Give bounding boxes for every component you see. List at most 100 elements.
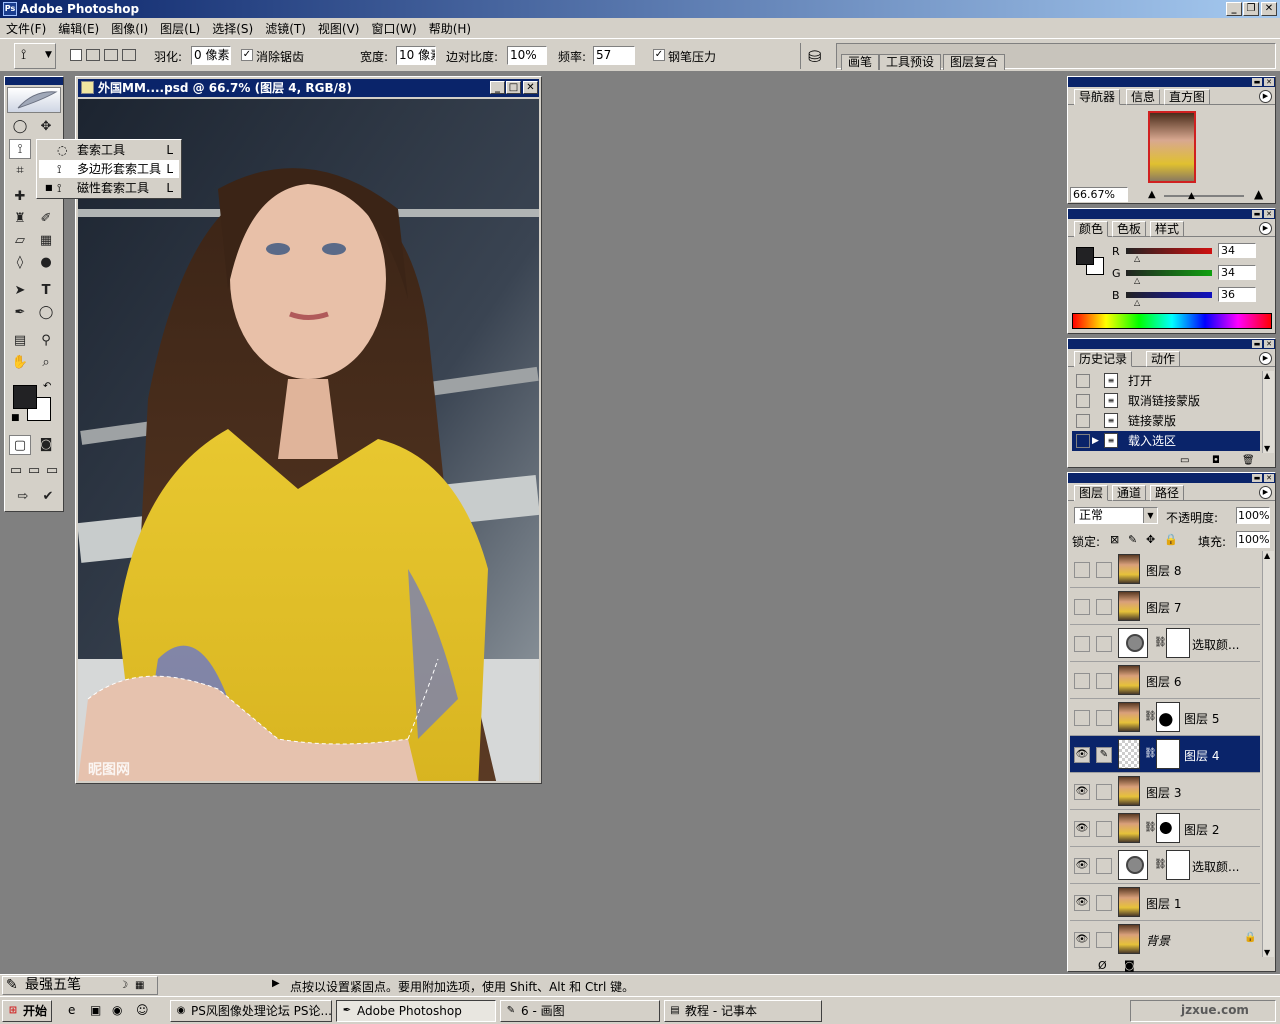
- chain-link-icon[interactable]: ⛓: [1144, 711, 1157, 722]
- opacity-input[interactable]: 100%: [1236, 507, 1270, 524]
- antialias-checkbox[interactable]: ✓: [241, 49, 253, 61]
- path-selection-icon[interactable]: ➤: [9, 281, 31, 301]
- eye-icon[interactable]: 👁: [1074, 784, 1090, 800]
- navigator-zoom-input[interactable]: 66.67%: [1070, 187, 1128, 202]
- tab-paths[interactable]: 路径: [1150, 485, 1185, 501]
- tab-histogram[interactable]: 直方图: [1164, 89, 1211, 105]
- layer-row-background[interactable]: 👁 背景 🔒: [1070, 921, 1260, 957]
- tab-swatches[interactable]: 色板: [1112, 221, 1147, 237]
- new-selection-icon[interactable]: [70, 49, 82, 61]
- screen-mode-full-menu-icon[interactable]: ▭: [25, 461, 43, 481]
- panel-minimize-button[interactable]: ▬: [1252, 78, 1262, 86]
- visibility-toggle[interactable]: [1074, 636, 1090, 652]
- panel-close-button[interactable]: ✕: [1264, 78, 1274, 86]
- channel-b-input[interactable]: 36: [1218, 287, 1256, 302]
- layer-row[interactable]: 图层 7: [1070, 588, 1260, 625]
- hand-icon[interactable]: ✋: [9, 353, 31, 373]
- history-source-box[interactable]: [1076, 414, 1090, 428]
- layers-scrollbar[interactable]: ▲ ▼: [1262, 551, 1274, 957]
- menu-help[interactable]: 帮助(H): [423, 18, 477, 39]
- swap-colors-icon[interactable]: ↶: [43, 381, 51, 392]
- messenger-icon[interactable]: ☺: [136, 1003, 149, 1017]
- menu-view[interactable]: 视图(V): [312, 18, 366, 39]
- panel-menu-arrow-icon[interactable]: ▶: [1259, 486, 1272, 499]
- tab-color[interactable]: 颜色: [1074, 221, 1109, 237]
- layer-mask-thumbnail[interactable]: [1166, 628, 1190, 658]
- chain-link-icon[interactable]: ⛓: [1144, 748, 1157, 759]
- desktop-icon[interactable]: ▣: [90, 1003, 101, 1017]
- layer-row[interactable]: 👁 ⛓ 选取颜...: [1070, 847, 1260, 884]
- tab-channels[interactable]: 通道: [1112, 485, 1147, 501]
- chain-link-icon[interactable]: ⛓: [1154, 637, 1167, 648]
- zoom-in-icon[interactable]: ▲: [1254, 187, 1263, 201]
- intersect-selection-icon[interactable]: [122, 49, 136, 61]
- link-toggle[interactable]: [1096, 710, 1112, 726]
- firefox-icon[interactable]: ◉: [112, 1003, 122, 1017]
- chain-link-icon[interactable]: ⛓: [1154, 859, 1167, 870]
- layer-mask-thumbnail[interactable]: [1166, 850, 1190, 880]
- panel-minimize-button[interactable]: ▬: [1252, 474, 1262, 482]
- minimize-button[interactable]: _: [1226, 2, 1242, 16]
- tab-actions[interactable]: 动作: [1146, 351, 1181, 367]
- menu-edit[interactable]: 编辑(E): [52, 18, 105, 39]
- scroll-down-icon[interactable]: ▼: [1264, 444, 1270, 453]
- menu-image[interactable]: 图像(I): [105, 18, 154, 39]
- zoom-out-icon[interactable]: ▲: [1148, 189, 1156, 200]
- add-mask-icon[interactable]: ◙: [1124, 959, 1135, 972]
- zoom-slider[interactable]: [1164, 195, 1244, 197]
- blend-mode-select[interactable]: 正常 ▼: [1074, 507, 1158, 524]
- channel-g-input[interactable]: 34: [1218, 265, 1256, 280]
- pen-pressure-checkbox[interactable]: ✓: [653, 49, 665, 61]
- ie-icon[interactable]: e: [68, 1003, 75, 1017]
- scroll-down-icon[interactable]: ▼: [1264, 948, 1270, 957]
- tab-history[interactable]: 历史记录: [1074, 351, 1133, 367]
- link-toggle[interactable]: [1096, 895, 1112, 911]
- taskbar-item-notepad[interactable]: ▤ 教程 - 记事本: [664, 1000, 822, 1022]
- restore-button[interactable]: ❐: [1243, 2, 1259, 16]
- tab-styles[interactable]: 样式: [1150, 221, 1185, 237]
- trash-icon[interactable]: 🗑: [1242, 455, 1255, 466]
- doc-maximize-button[interactable]: □: [506, 81, 521, 94]
- link-toggle[interactable]: [1096, 821, 1112, 837]
- layer-row[interactable]: ⛓ 图层 5: [1070, 699, 1260, 736]
- palette-well-icon[interactable]: ⛁: [808, 47, 821, 66]
- clone-stamp-icon[interactable]: ♜: [9, 209, 31, 229]
- history-brush-icon[interactable]: ✐: [35, 209, 57, 229]
- history-item[interactable]: ≡ 取消链接蒙版: [1072, 391, 1260, 411]
- slider-thumb-icon[interactable]: △: [1134, 254, 1140, 263]
- tab-info[interactable]: 信息: [1126, 89, 1161, 105]
- lasso-icon[interactable]: ⟟: [9, 139, 31, 159]
- layer-row-selected[interactable]: 👁 ✎ ⛓ 图层 4: [1070, 736, 1260, 773]
- feather-input[interactable]: 0 像素: [191, 46, 231, 65]
- menu-select[interactable]: 选择(S): [206, 18, 259, 39]
- flyout-item-lasso[interactable]: ◌ 套索工具 L: [39, 141, 179, 159]
- tab-layers[interactable]: 图层: [1074, 485, 1109, 501]
- quick-mask-icon[interactable]: ◙: [35, 435, 57, 455]
- slider-thumb-icon[interactable]: △: [1134, 276, 1140, 285]
- lock-position-icon[interactable]: ✥: [1146, 533, 1155, 546]
- history-item[interactable]: ≡ 打开: [1072, 371, 1260, 391]
- chain-link-icon[interactable]: ⛓: [1144, 822, 1157, 833]
- link-toggle[interactable]: [1096, 858, 1112, 874]
- layer-mask-thumbnail[interactable]: [1156, 702, 1180, 732]
- panel-close-button[interactable]: ✕: [1264, 474, 1274, 482]
- link-toggle[interactable]: [1096, 673, 1112, 689]
- link-toggle[interactable]: [1096, 599, 1112, 615]
- layer-row[interactable]: 👁 ⛓ 图层 2: [1070, 810, 1260, 847]
- marquee-icon[interactable]: ◯: [9, 117, 31, 137]
- taskbar-item-paint[interactable]: ✎ 6 - 画图: [500, 1000, 660, 1022]
- chevron-down-icon[interactable]: ▼: [1143, 508, 1157, 523]
- taskbar-item-photoshop[interactable]: ✒ Adobe Photoshop: [336, 1000, 496, 1022]
- move-icon[interactable]: ✥: [35, 117, 57, 137]
- blur-icon[interactable]: ◊: [9, 253, 31, 273]
- pen-icon[interactable]: ✒: [9, 303, 31, 323]
- taskbar-item-forum[interactable]: ◉ PS风图像处理论坛 PS论...: [170, 1000, 332, 1022]
- add-to-selection-icon[interactable]: [86, 49, 100, 61]
- history-item[interactable]: ≡ 链接蒙版: [1072, 411, 1260, 431]
- menu-layer[interactable]: 图层(L): [154, 18, 206, 39]
- lock-transparency-icon[interactable]: ⊠: [1110, 533, 1119, 546]
- edit-in-imageready-icon[interactable]: ✔: [37, 487, 59, 507]
- visibility-toggle[interactable]: [1074, 599, 1090, 615]
- eye-icon[interactable]: 👁: [1074, 932, 1090, 948]
- dock-tab-layer-comps[interactable]: 图层复合: [943, 54, 1006, 70]
